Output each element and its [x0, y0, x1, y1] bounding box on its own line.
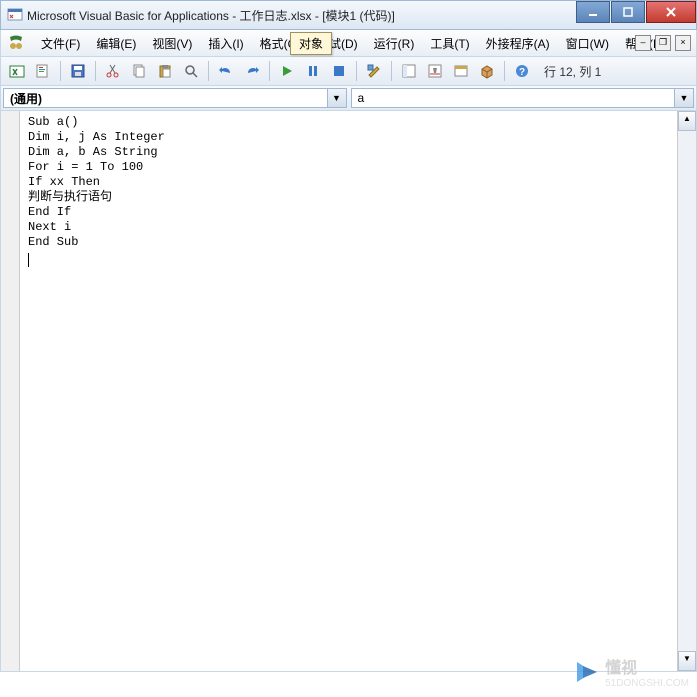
separator: [391, 61, 392, 81]
reset-button[interactable]: [327, 59, 351, 83]
object-proc-bar: (通用) ▼ a ▼: [0, 86, 697, 111]
properties-button[interactable]: [423, 59, 447, 83]
save-button[interactable]: [66, 59, 90, 83]
menu-tools[interactable]: 工具(T): [422, 32, 477, 55]
undo-button[interactable]: [214, 59, 238, 83]
menu-view[interactable]: 视图(V): [144, 32, 200, 55]
close-button[interactable]: [646, 1, 696, 23]
design-mode-button[interactable]: [362, 59, 386, 83]
watermark-brand: 懂视: [605, 654, 689, 678]
mdi-buttons: – ❐ ×: [635, 35, 691, 51]
app-icon: [7, 7, 23, 23]
break-button[interactable]: [301, 59, 325, 83]
run-button[interactable]: [275, 59, 299, 83]
toolbox-button[interactable]: [475, 59, 499, 83]
watermark-logo-icon: [573, 658, 601, 686]
mdi-minimize[interactable]: –: [635, 35, 651, 51]
separator: [504, 61, 505, 81]
watermark: 懂视 51DONGSHI.COM: [573, 654, 689, 689]
insert-module-button[interactable]: [31, 59, 55, 83]
code-editor: Sub a() Dim i, j As Integer Dim a, b As …: [0, 111, 697, 672]
redo-button[interactable]: [240, 59, 264, 83]
svg-text:?: ?: [519, 67, 525, 78]
mdi-restore[interactable]: ❐: [655, 35, 671, 51]
maximize-button[interactable]: [611, 1, 645, 23]
scroll-up-button[interactable]: ▲: [678, 111, 696, 131]
menu-run[interactable]: 运行(R): [366, 32, 423, 55]
watermark-domain: 51DONGSHI.COM: [605, 678, 689, 689]
minimize-button[interactable]: [576, 1, 610, 23]
vba-icon: [7, 34, 25, 52]
separator: [356, 61, 357, 81]
view-excel-button[interactable]: [5, 59, 29, 83]
cut-button[interactable]: [101, 59, 125, 83]
object-combo-text: (通用): [4, 90, 327, 107]
menu-addins[interactable]: 外接程序(A): [478, 32, 558, 55]
window-title: Microsoft Visual Basic for Applications …: [27, 7, 395, 24]
project-explorer-button[interactable]: [397, 59, 421, 83]
title-bar: Microsoft Visual Basic for Applications …: [0, 0, 697, 30]
text-cursor: [28, 253, 29, 267]
procedure-combo[interactable]: a ▼: [351, 88, 695, 108]
dropdown-arrow-icon[interactable]: ▼: [327, 89, 346, 107]
procedure-combo-text: a: [352, 91, 675, 105]
help-button[interactable]: ?: [510, 59, 534, 83]
menu-window[interactable]: 窗口(W): [558, 32, 617, 55]
menu-file[interactable]: 文件(F): [33, 32, 88, 55]
dropdown-arrow-icon[interactable]: ▼: [674, 89, 693, 107]
find-button[interactable]: [179, 59, 203, 83]
toolbar: ? 行 12, 列 1: [0, 57, 697, 86]
separator: [208, 61, 209, 81]
separator: [269, 61, 270, 81]
object-combo[interactable]: (通用) ▼: [3, 88, 347, 108]
menu-edit[interactable]: 编辑(E): [88, 32, 144, 55]
scroll-track[interactable]: [678, 131, 696, 651]
mdi-close[interactable]: ×: [675, 35, 691, 51]
code-gutter: [1, 111, 20, 671]
separator: [60, 61, 61, 81]
tooltip: 对象: [290, 32, 332, 55]
menu-insert[interactable]: 插入(I): [200, 32, 251, 55]
vertical-scrollbar[interactable]: ▲ ▼: [677, 111, 696, 671]
code-text[interactable]: Sub a() Dim i, j As Integer Dim a, b As …: [20, 111, 677, 671]
object-browser-button[interactable]: [449, 59, 473, 83]
cursor-position: 行 12, 列 1: [544, 63, 601, 80]
paste-button[interactable]: [153, 59, 177, 83]
menu-bar: 文件(F) 编辑(E) 视图(V) 插入(I) 格式(O) 调试(D) 运行(R…: [0, 30, 697, 57]
window-buttons: [575, 1, 696, 23]
copy-button[interactable]: [127, 59, 151, 83]
separator: [95, 61, 96, 81]
